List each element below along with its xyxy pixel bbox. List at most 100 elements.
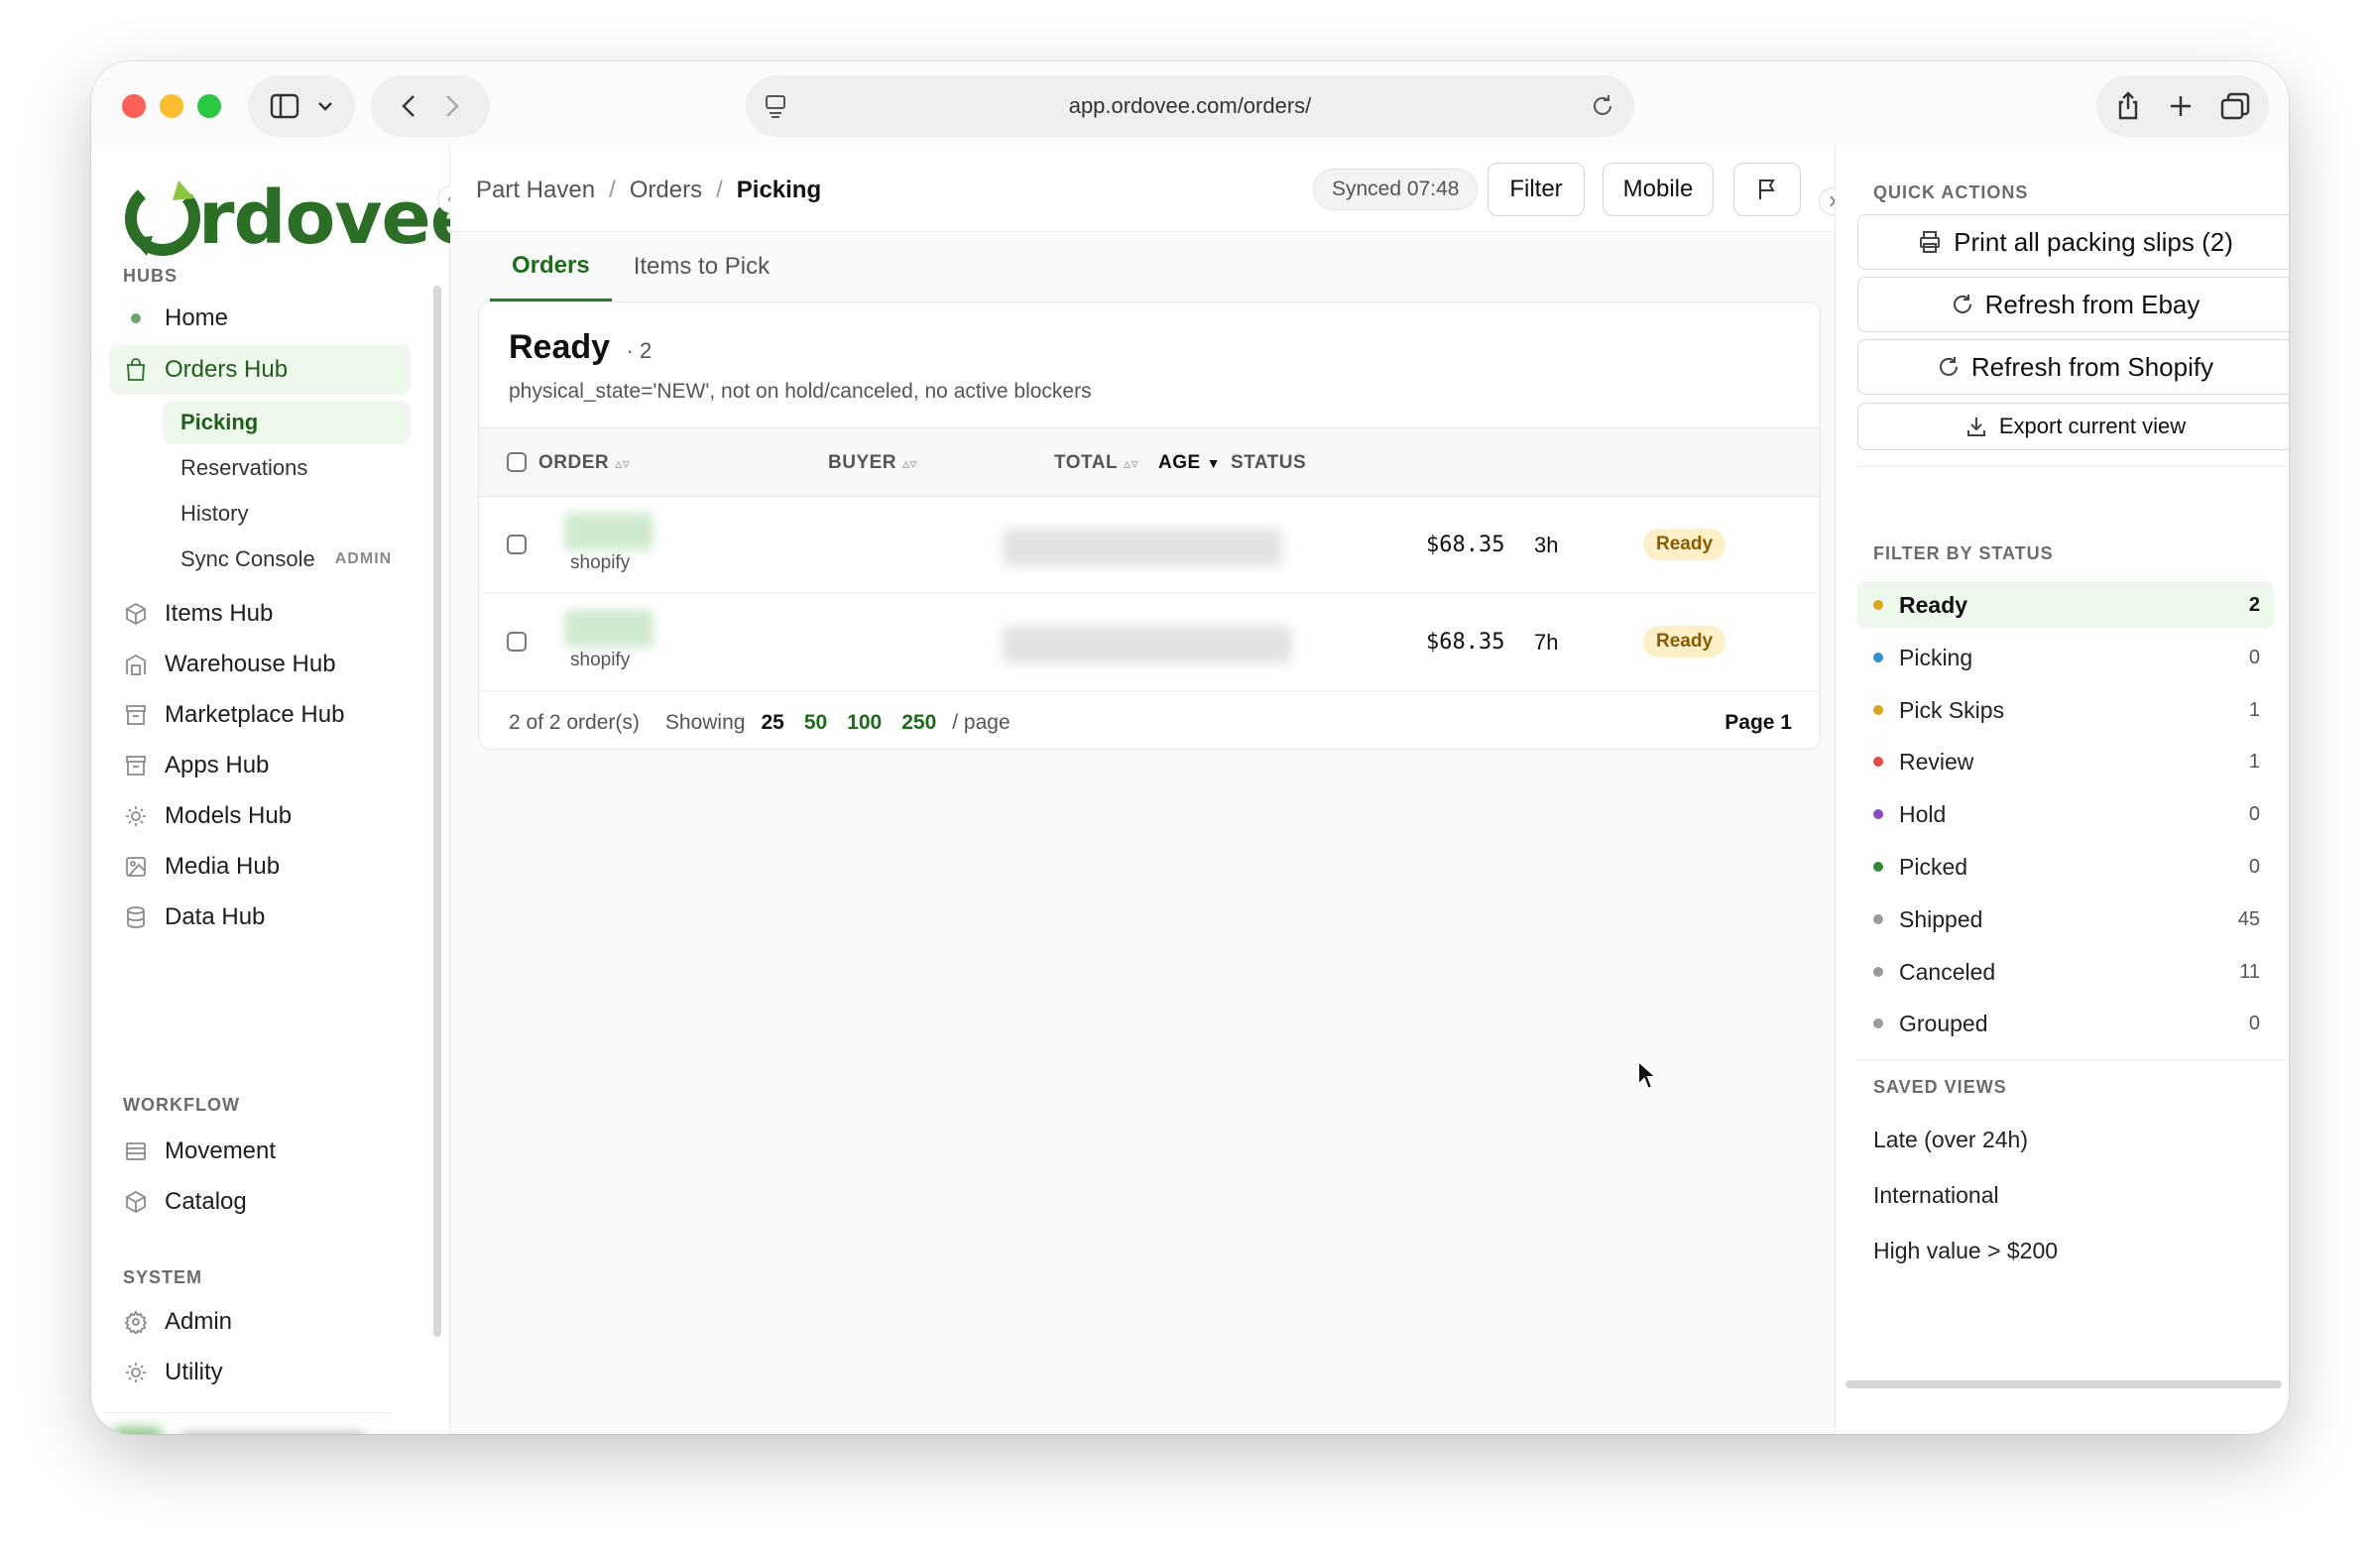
breadcrumb-orders[interactable]: Orders [630, 177, 702, 204]
status-label: Hold [1899, 800, 1947, 827]
page-size-50[interactable]: 50 [804, 711, 827, 735]
page-size-250[interactable]: 250 [901, 711, 936, 735]
status-filter-hold[interactable]: Hold 0 [1857, 790, 2274, 838]
sidebar-subitem-history[interactable]: History [163, 492, 411, 536]
right-panel: QUICK ACTIONS Print all packing slips (2… [1835, 147, 2289, 1434]
order-id-redacted[interactable] [564, 610, 654, 648]
saved-view-late[interactable]: Late (over 24h) [1873, 1127, 2028, 1153]
sidebar-toggle-button[interactable] [248, 75, 355, 137]
tab-items-to-pick[interactable]: Items to Pick [612, 232, 791, 301]
image-icon [126, 857, 146, 877]
address-bar[interactable]: app.ordovee.com/orders/ [746, 75, 1634, 137]
status-filter-grouped[interactable]: Grouped 0 [1857, 1000, 2274, 1047]
refresh-ebay-button[interactable]: Refresh from Ebay [1857, 277, 2289, 332]
status-count: 0 [2248, 1012, 2260, 1034]
maximize-window-button[interactable] [197, 94, 221, 118]
card-header: Ready · 2 [509, 328, 652, 367]
column-status: STATUS [1231, 452, 1306, 474]
sidebar-item-media-hub[interactable]: Media Hub [109, 842, 411, 892]
status-label: Review [1899, 748, 1974, 775]
sort-desc-icon: ▼ [1206, 455, 1222, 471]
sidebar-item-admin[interactable]: Admin [109, 1297, 411, 1347]
page-size-25[interactable]: 25 [761, 711, 783, 735]
sidebar-subitem-reservations[interactable]: Reservations [163, 446, 411, 490]
sidebar-item-warehouse-hub[interactable]: Warehouse Hub [109, 640, 411, 689]
status-filter-picking[interactable]: Picking 0 [1857, 634, 2274, 681]
sidebar-item-catalog[interactable]: Catalog [109, 1177, 411, 1227]
export-view-button[interactable]: Export current view [1857, 403, 2289, 450]
sidebar-item-home[interactable]: Home [109, 294, 411, 343]
main-content: Part Haven / Orders / Picking Synced 07:… [450, 147, 1835, 1434]
share-icon[interactable] [2115, 91, 2141, 121]
back-icon[interactable] [402, 94, 416, 118]
order-total: $68.35 [1426, 533, 1505, 557]
user-profile[interactable] [103, 1412, 391, 1434]
breadcrumb-part-haven[interactable]: Part Haven [476, 177, 595, 204]
sidebar-subitem-picking[interactable]: Picking [163, 401, 411, 444]
table-row[interactable]: shopify $68.35 3h Ready [479, 497, 1820, 594]
sort-icon: ▵▿ [1124, 455, 1139, 471]
page-header: Part Haven / Orders / Picking Synced 07:… [450, 147, 1835, 232]
filter-button[interactable]: Filter [1488, 163, 1585, 216]
sidebar-subitem-sync-console[interactable]: Sync Console ADMIN [163, 538, 411, 581]
flag-button[interactable] [1733, 163, 1801, 216]
status-filter-pick-skips[interactable]: Pick Skips 1 [1857, 686, 2274, 734]
status-filter-review[interactable]: Review 1 [1857, 738, 2274, 785]
minimize-window-button[interactable] [160, 94, 183, 118]
table-row[interactable]: shopify $68.35 7h Ready [479, 594, 1820, 691]
column-total[interactable]: TOTAL ▵▿ [1054, 452, 1138, 474]
forward-icon[interactable] [445, 94, 459, 118]
mobile-button[interactable]: Mobile [1603, 163, 1714, 216]
status-filter-shipped[interactable]: Shipped 45 [1857, 896, 2274, 943]
sidebar-scrollbar[interactable] [433, 286, 441, 1337]
browser-window: app.ordovee.com/orders/ rdovee HUBS Home… [91, 61, 2289, 1434]
sidebar-item-movement[interactable]: Movement [109, 1127, 411, 1176]
reload-icon[interactable] [1591, 93, 1614, 119]
sidebar-item-models-hub[interactable]: Models Hub [109, 791, 411, 841]
order-age: 7h [1534, 630, 1559, 655]
ordovee-logo[interactable]: rdovee [121, 176, 480, 261]
sidebar-item-apps-hub[interactable]: Apps Hub [109, 741, 411, 790]
select-all-checkbox[interactable] [507, 452, 527, 472]
table-header: ORDER ▵▿ BUYER ▵▿ TOTAL ▵▿ AGE ▼ STATUS [479, 427, 1820, 497]
column-age[interactable]: AGE ▼ [1158, 452, 1221, 474]
row-checkbox[interactable] [507, 535, 527, 554]
tab-overview-icon[interactable] [2220, 92, 2250, 120]
sidebar-item-label: Orders Hub [165, 356, 289, 383]
sidebar-item-label: Warehouse Hub [165, 651, 336, 677]
status-filter-canceled[interactable]: Canceled 11 [1857, 948, 2274, 996]
right-panel-scrollbar[interactable] [1845, 1380, 2282, 1388]
page-size-100[interactable]: 100 [847, 711, 882, 735]
refresh-icon [1953, 295, 1971, 313]
page-size-options: 25 50 100 250 [761, 711, 936, 735]
saved-view-high-value[interactable]: High value > $200 [1873, 1238, 2058, 1264]
saved-view-international[interactable]: International [1873, 1182, 1999, 1209]
status-count: 45 [2237, 907, 2260, 930]
new-tab-icon[interactable] [2169, 94, 2193, 118]
column-buyer[interactable]: BUYER ▵▿ [828, 452, 917, 474]
column-order[interactable]: ORDER ▵▿ [538, 452, 630, 474]
sidebar-item-data-hub[interactable]: Data Hub [109, 893, 411, 942]
refresh-shopify-button[interactable]: Refresh from Shopify [1857, 339, 2289, 395]
order-id-redacted[interactable] [564, 513, 654, 550]
sidebar-item-label: Models Hub [165, 802, 293, 829]
sidebar-item-orders-hub[interactable]: Orders Hub [109, 345, 411, 395]
sidebar-item-marketplace-hub[interactable]: Marketplace Hub [109, 690, 411, 740]
site-settings-icon[interactable] [764, 93, 787, 119]
sun-icon [126, 1363, 146, 1382]
sidebar-subitem-label: Sync Console [180, 546, 315, 571]
logo-text: rdovee [198, 176, 480, 261]
status-badge: Ready [1643, 529, 1726, 560]
status-filter-ready[interactable]: Ready 2 [1857, 581, 2274, 629]
apps-icon [126, 756, 146, 776]
sidebar-item-utility[interactable]: Utility [109, 1348, 411, 1397]
status-filter-picked[interactable]: Picked 0 [1857, 843, 2274, 891]
row-checkbox[interactable] [507, 632, 527, 652]
status-label: Pick Skips [1899, 696, 2005, 723]
close-window-button[interactable] [122, 94, 146, 118]
print-packing-slips-button[interactable]: Print all packing slips (2) [1857, 214, 2289, 270]
tab-orders[interactable]: Orders [490, 232, 612, 301]
list-icon [126, 1142, 146, 1160]
sidebar-item-items-hub[interactable]: Items Hub [109, 589, 411, 639]
chevron-down-icon [318, 102, 332, 111]
